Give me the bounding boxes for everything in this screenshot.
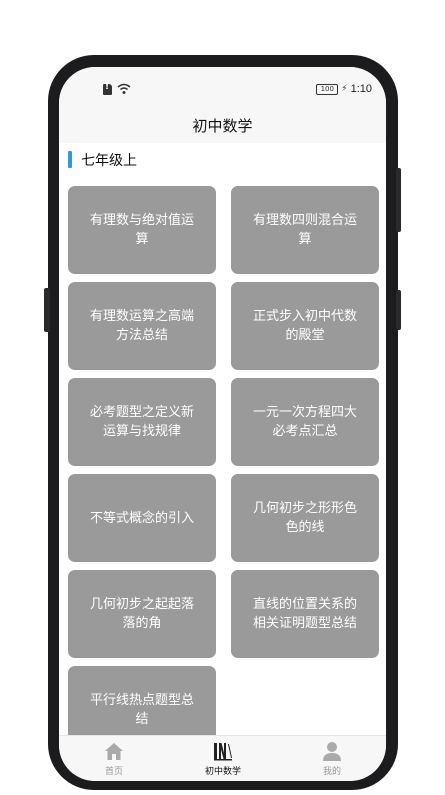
topic-label: 有理数四则混合运算	[252, 213, 357, 247]
topic-label: 正式步入初中代数的殿堂	[252, 309, 357, 343]
math-book-icon	[213, 740, 233, 762]
topic-label: 平行线热点题型总结	[89, 693, 194, 727]
topic-card[interactable]: 几何初步之形形色色的线	[231, 474, 379, 562]
tab-label: 首页	[104, 767, 123, 777]
home-icon	[104, 740, 124, 762]
status-bar: 100 ⚡ 1:10	[59, 67, 386, 109]
battery-icon: 100	[316, 83, 339, 95]
section-accent-bar	[68, 151, 72, 168]
topic-card[interactable]: 有理数四则混合运算	[231, 186, 379, 274]
section-header: 七年级上	[68, 150, 137, 169]
topic-label: 几何初步之形形色色的线	[252, 501, 357, 535]
app-header: 初中数学	[59, 109, 386, 143]
topic-card[interactable]: 正式步入初中代数的殿堂	[231, 282, 379, 370]
clock: 1:10	[350, 83, 372, 95]
topic-card[interactable]: 直线的位置关系的相关证明题型总结	[231, 570, 379, 658]
topic-label: 必考题型之定义新运算与找规律	[89, 405, 194, 439]
topic-card[interactable]: 几何初步之起起落落的角	[68, 570, 216, 658]
bottom-tab-bar: 首页 初中数学 我的	[59, 735, 386, 781]
tab-label: 我的	[322, 767, 341, 777]
app-screen: 100 ⚡ 1:10 初中数学 七年级上 有理数与绝对值运算 有理数四则混合运算…	[59, 67, 386, 781]
topic-label: 有理数运算之高端方法总结	[89, 309, 194, 343]
user-icon	[322, 740, 342, 762]
page-title: 初中数学	[192, 117, 253, 135]
topic-label: 不等式概念的引入	[89, 510, 194, 526]
phone-volume-button	[396, 168, 401, 232]
topic-card[interactable]: 一元一次方程四大必考点汇总	[231, 378, 379, 466]
phone-side-button	[44, 288, 50, 332]
tab-math[interactable]: 初中数学	[188, 740, 258, 780]
section-title: 七年级上	[81, 152, 137, 169]
topic-card[interactable]: 有理数与绝对值运算	[68, 186, 216, 274]
topic-label: 直线的位置关系的相关证明题型总结	[252, 597, 357, 631]
topic-card[interactable]: 有理数运算之高端方法总结	[68, 282, 216, 370]
charging-icon: ⚡	[341, 84, 348, 94]
topic-card[interactable]: 不等式概念的引入	[68, 474, 216, 562]
topic-label: 有理数与绝对值运算	[89, 213, 194, 247]
tab-profile[interactable]: 我的	[297, 740, 367, 780]
wifi-icon	[117, 83, 131, 95]
topic-card[interactable]: 必考题型之定义新运算与找规律	[68, 378, 216, 466]
topic-label: 一元一次方程四大必考点汇总	[252, 405, 357, 439]
tab-label: 初中数学	[204, 767, 241, 777]
phone-power-button	[396, 290, 401, 330]
tab-home[interactable]: 首页	[79, 740, 149, 780]
topic-label: 几何初步之起起落落的角	[89, 597, 194, 631]
sim-alert-icon	[103, 82, 112, 95]
